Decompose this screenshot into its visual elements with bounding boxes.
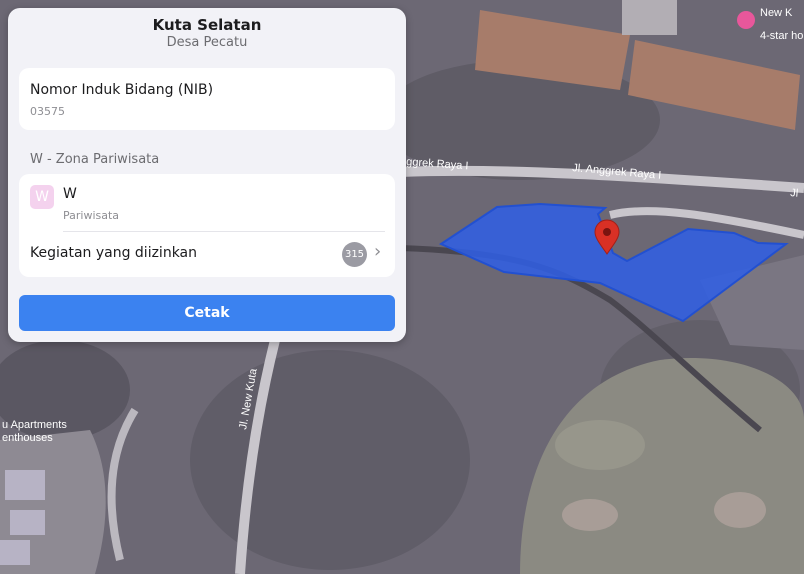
parcel-info-panel: Kuta Selatan Desa Pecatu Nomor Induk Bid…: [8, 8, 406, 342]
district-title: Kuta Selatan: [152, 16, 262, 34]
village-subtitle: Desa Pecatu: [166, 35, 248, 50]
bunker: [714, 492, 766, 528]
place-label: u Apartments: [2, 419, 67, 431]
place-label: 4-star ho: [760, 30, 803, 42]
zone-section-label: W - Zona Pariwisata: [30, 152, 160, 167]
activities-count-badge: 315: [342, 242, 367, 267]
apartment-building: [10, 510, 45, 535]
zone-card: W W Pariwisata Kegiatan yang diizinkan 3…: [19, 174, 395, 277]
place-label: New K: [760, 7, 793, 19]
nib-label: Nomor Induk Bidang (NIB): [30, 82, 214, 98]
bunker: [562, 499, 618, 531]
print-button[interactable]: Cetak: [19, 295, 395, 331]
allowed-activities-label: Kegiatan yang diizinkan: [30, 245, 198, 261]
zone-badge: W: [30, 185, 54, 209]
vegetation-area: [190, 350, 470, 570]
place-label: enthouses: [2, 432, 53, 444]
allowed-activities-row[interactable]: Kegiatan yang diizinkan 315 ›: [19, 232, 395, 277]
nib-value: 03575: [30, 105, 65, 118]
nib-card: Nomor Induk Bidang (NIB) 03575: [19, 68, 395, 130]
zone-description: Pariwisata: [63, 209, 120, 222]
building: [622, 0, 677, 35]
apartment-building: [0, 540, 30, 565]
zone-code: W: [63, 186, 77, 202]
hotel-marker-icon[interactable]: [737, 11, 755, 29]
chevron-right-icon: ›: [374, 241, 382, 262]
green: [555, 420, 645, 470]
road-label: Jl: [790, 187, 799, 200]
apartment-building: [5, 470, 45, 500]
